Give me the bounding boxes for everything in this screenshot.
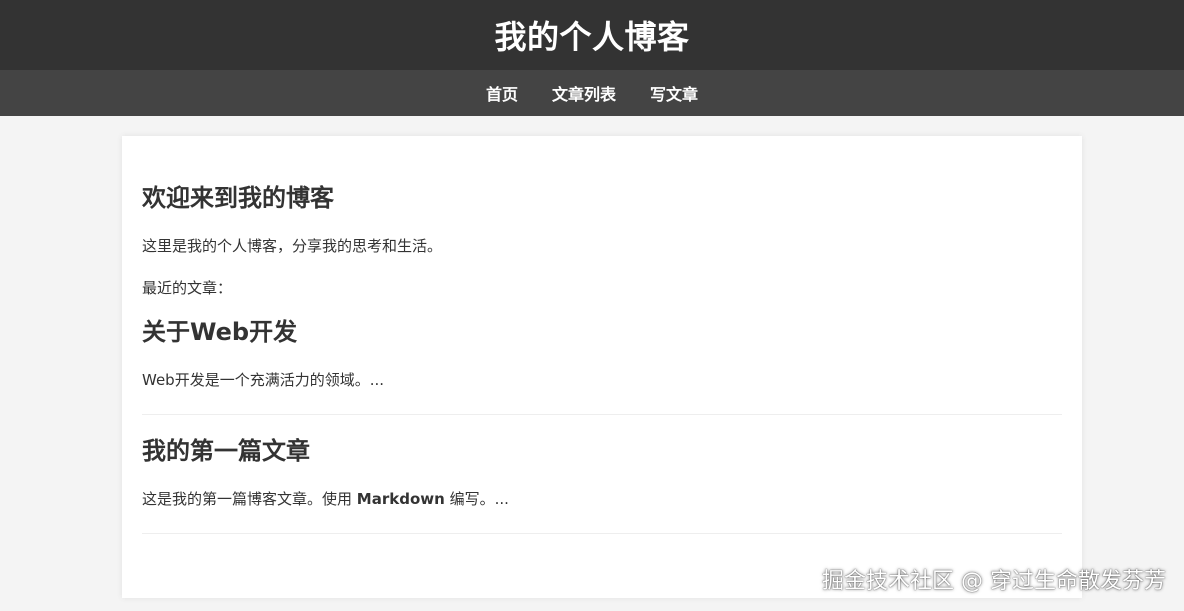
post-item: 关于Web开发 Web开发是一个充满活力的领域。... <box>142 316 1062 415</box>
post-excerpt-text-end: 编写。... <box>444 490 509 508</box>
post-excerpt: 这是我的第一篇博客文章。使用 Markdown 编写。... <box>142 487 1062 511</box>
intro-text: 这里是我的个人博客，分享我的思考和生活。 <box>142 237 443 255</box>
nav-link-post-list[interactable]: 文章列表 <box>552 81 616 105</box>
nav-link-write-post[interactable]: 写文章 <box>650 81 698 105</box>
recent-posts-label: 最近的文章： <box>142 279 233 297</box>
post-title-link[interactable]: 关于Web开发 <box>142 316 1062 348</box>
post-item: 我的第一篇文章 这是我的第一篇博客文章。使用 Markdown 编写。... <box>142 435 1062 534</box>
welcome-heading: 欢迎来到我的博客 <box>142 184 334 212</box>
post-excerpt: Web开发是一个充满活力的领域。... <box>142 371 385 389</box>
main-content-card: 欢迎来到我的博客 这里是我的个人博客，分享我的思考和生活。 最近的文章： 关于W… <box>122 136 1082 598</box>
nav-link-home[interactable]: 首页 <box>486 81 518 105</box>
main-nav: 首页 文章列表 写文章 <box>0 70 1184 116</box>
site-title: 我的个人博客 <box>494 18 690 56</box>
post-title-link[interactable]: 我的第一篇文章 <box>142 435 1062 467</box>
post-excerpt-text: 这是我的第一篇博客文章。使用 <box>142 490 357 508</box>
watermark: 掘金技术社区 @ 穿过生命散发芬芳 <box>822 569 1166 594</box>
site-header: 我的个人博客 <box>0 0 1184 70</box>
post-excerpt-bold: Markdown <box>356 490 445 508</box>
